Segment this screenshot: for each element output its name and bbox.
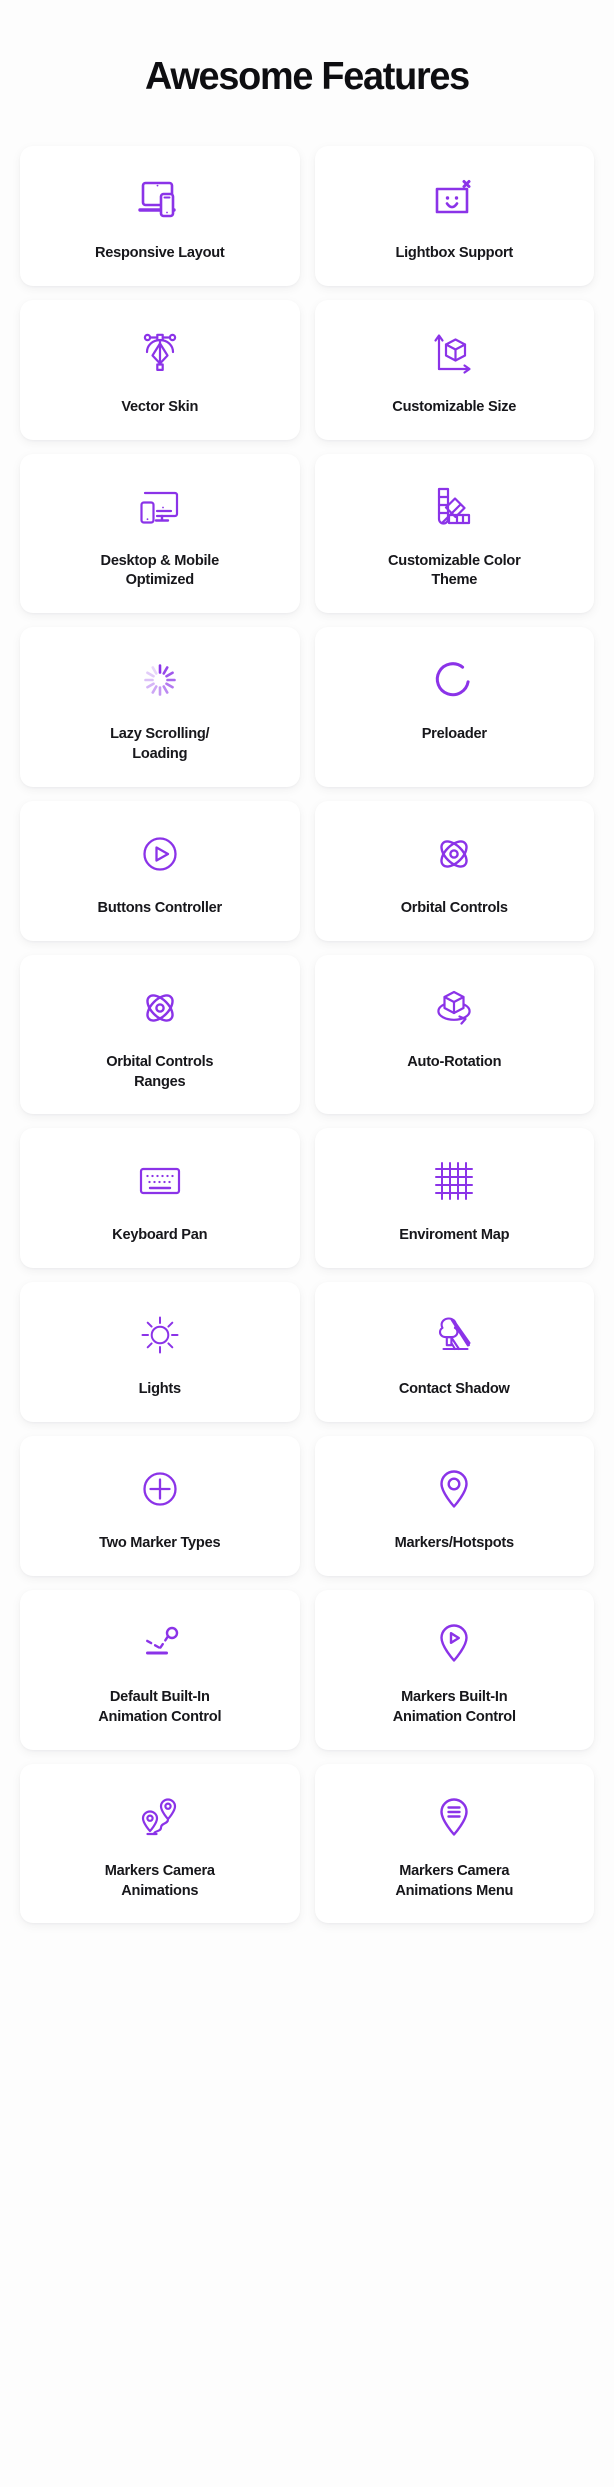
feature-card-customizable-size[interactable]: Customizable Size [314, 299, 594, 440]
feature-label: Markers Camera Animations Menu [395, 1862, 514, 1899]
sun-icon [137, 1306, 183, 1364]
page-title: Awesome Features [145, 55, 470, 98]
laptop-phone-icon [137, 170, 183, 228]
map-pin-menu-icon [431, 1788, 477, 1846]
feature-label: Lightbox Support [395, 244, 514, 261]
feature-card-two-marker-types[interactable]: Two Marker Types [20, 1436, 300, 1577]
features-page: Awesome Features Responsive Layout Light… [0, 0, 614, 2487]
atom-orbit-icon [137, 979, 183, 1037]
feature-label: Markers/Hotspots [394, 1535, 515, 1552]
feature-label: Desktop & Mobile Optimized [100, 552, 220, 589]
grid-mesh-icon [431, 1152, 477, 1210]
map-pin-play-icon [431, 1614, 477, 1672]
feature-card-auto-rotation[interactable]: Auto-Rotation [314, 954, 594, 1115]
feature-card-responsive-layout[interactable]: Responsive Layout [20, 145, 300, 286]
atom-orbit-icon [431, 825, 477, 883]
feature-card-buttons-controller[interactable]: Buttons Controller [20, 800, 300, 941]
feature-card-markers-camera-animations[interactable]: Markers Camera Animations [20, 1763, 300, 1924]
bounce-path-icon [135, 1614, 185, 1672]
feature-label: Responsive Layout [94, 244, 225, 261]
keyboard-icon [136, 1152, 184, 1210]
feature-label: Markers Camera Animations [104, 1862, 215, 1899]
feature-label: Contact Shadow [398, 1381, 510, 1398]
feature-card-preloader[interactable]: Preloader [314, 627, 594, 787]
color-swatches-icon [431, 478, 477, 536]
feature-card-lightbox-support[interactable]: Lightbox Support [314, 145, 594, 286]
feature-label: Orbital Controls [400, 899, 508, 916]
feature-label: Default Built-In Animation Control [98, 1689, 222, 1725]
feature-label: Lights [138, 1381, 182, 1398]
play-circle-icon [137, 825, 183, 883]
feature-card-keyboard-pan[interactable]: Keyboard Pan [20, 1128, 300, 1269]
map-pin-icon [431, 1460, 477, 1518]
tree-shadow-icon [430, 1306, 478, 1364]
pen-bezier-icon [137, 324, 183, 382]
feature-label: Keyboard Pan [112, 1227, 208, 1244]
arc-spinner-icon [431, 651, 477, 709]
feature-label: Orbital Controls Ranges [106, 1053, 214, 1090]
feature-label: Vector Skin [121, 398, 199, 415]
feature-card-vector-skin[interactable]: Vector Skin [20, 299, 300, 440]
features-grid: Responsive Layout Lightbox Support Vecto… [20, 145, 594, 1964]
monitor-phone-icon [135, 478, 185, 536]
feature-label: Customizable Color Theme [387, 552, 521, 589]
feature-card-markers-built-in-animation-control[interactable]: Markers Built-In Animation Control [314, 1590, 594, 1750]
feature-card-default-built-in-animation-control[interactable]: Default Built-In Animation Control [20, 1590, 300, 1750]
feature-label: Auto-Rotation [407, 1053, 502, 1070]
spinner-dots-icon [137, 651, 183, 709]
feature-card-enviroment-map[interactable]: Enviroment Map [314, 1128, 594, 1269]
feature-label: Two Marker Types [99, 1535, 221, 1552]
feature-card-orbital-controls-ranges[interactable]: Orbital Controls Ranges [20, 954, 300, 1115]
feature-card-lights[interactable]: Lights [20, 1282, 300, 1423]
feature-card-orbital-controls[interactable]: Orbital Controls [314, 800, 594, 941]
feature-label: Markers Built-In Animation Control [392, 1689, 516, 1725]
feature-card-lazy-scrolling-loading[interactable]: Lazy Scrolling/ Loading [20, 627, 300, 787]
feature-label: Enviroment Map [399, 1227, 510, 1244]
feature-card-customizable-color-theme[interactable]: Customizable Color Theme [314, 453, 594, 614]
plus-circle-icon [137, 1460, 183, 1518]
two-pins-path-icon [135, 1788, 185, 1846]
feature-card-contact-shadow[interactable]: Contact Shadow [314, 1282, 594, 1423]
feature-label: Preloader [421, 726, 487, 743]
feature-card-desktop-mobile-optimized[interactable]: Desktop & Mobile Optimized [20, 453, 300, 614]
lightbox-smiley-close-icon [431, 170, 477, 228]
cube-rotate-icon [430, 979, 478, 1037]
feature-label: Customizable Size [392, 398, 517, 415]
feature-card-markers-camera-animations-menu[interactable]: Markers Camera Animations Menu [314, 1763, 594, 1924]
feature-label: Lazy Scrolling/ Loading [110, 726, 210, 763]
feature-label: Buttons Controller [97, 899, 223, 916]
cube-axes-icon [431, 324, 477, 382]
feature-card-markers-hotspots[interactable]: Markers/Hotspots [314, 1436, 594, 1577]
